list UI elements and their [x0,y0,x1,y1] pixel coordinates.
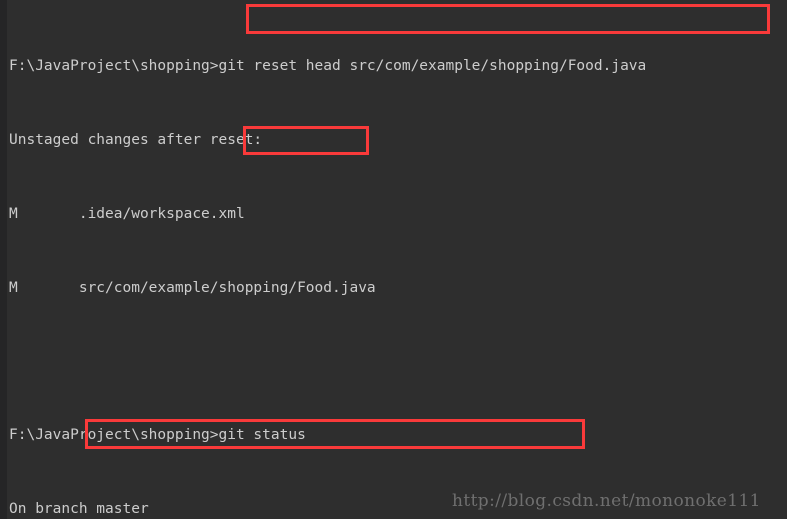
terminal-left-gutter [0,0,7,519]
terminal-line: F:\JavaProject\shopping>git status [9,427,306,444]
terminal-line: M src/com/example/shopping/Food.java [9,279,376,296]
terminal-line: F:\JavaProject\shopping>git reset head s… [9,58,647,75]
terminal-line: M .idea/workspace.xml [9,205,245,222]
terminal-window[interactable]: F:\JavaProject\shopping>git reset head s… [0,0,787,519]
watermark-url: http://blog.csdn.net/mononoke111 [452,491,761,511]
terminal-console-output[interactable]: F:\JavaProject\shopping>git reset head s… [0,5,787,519]
terminal-line: Unstaged changes after reset: [9,131,263,148]
